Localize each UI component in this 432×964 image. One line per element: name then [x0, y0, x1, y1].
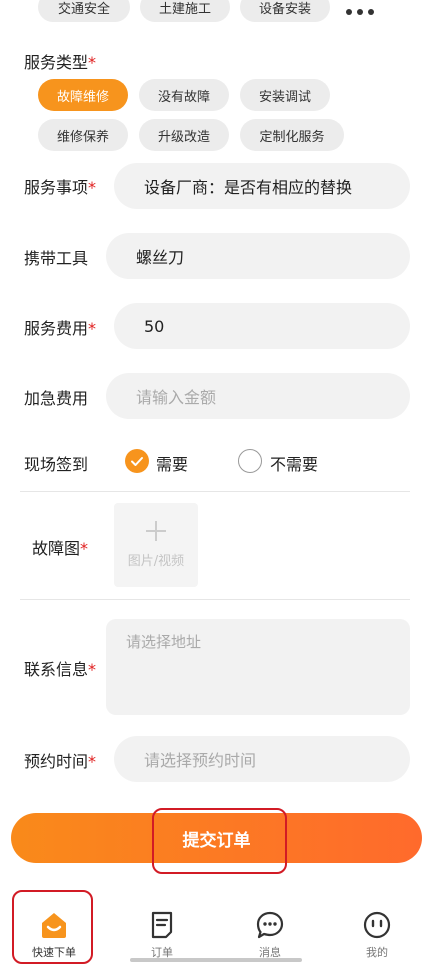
- service-item-label: 服务事项*: [24, 178, 97, 197]
- tools-input[interactable]: 螺丝刀: [106, 233, 410, 279]
- service-type-option-maintenance[interactable]: 维修保养: [38, 119, 128, 151]
- urgent-fee-input[interactable]: 请输入金额: [106, 373, 410, 419]
- urgent-fee-label: 加急费用: [24, 389, 89, 408]
- tab-label: 我的: [366, 946, 388, 959]
- checkin-yes-label[interactable]: 需要: [156, 451, 188, 475]
- service-fee-label: 服务费用*: [24, 319, 97, 338]
- fault-image-label: 故障图*: [32, 539, 89, 558]
- highlight-box-submit: [152, 808, 287, 874]
- chip-label: 土建施工: [158, 1, 211, 17]
- service-type-option-no-fault[interactable]: 没有故障: [139, 79, 229, 111]
- upload-text: 图片/视频: [127, 554, 185, 569]
- tab-messages[interactable]: 消息: [230, 900, 310, 964]
- service-type-option-upgrade[interactable]: 升级改造: [139, 119, 229, 151]
- highlight-box-quick-order: [12, 890, 93, 964]
- plus-icon: [146, 521, 166, 541]
- divider: [20, 599, 410, 600]
- chip-label: 设备安装: [258, 1, 311, 17]
- appointment-label: 预约时间*: [24, 752, 97, 771]
- appointment-time-input[interactable]: 请选择预约时间: [114, 736, 410, 782]
- top-chip-traffic[interactable]: 交通安全: [38, 0, 130, 22]
- divider: [20, 491, 410, 492]
- service-item-input[interactable]: 设备厂商：是否有相应的替换: [114, 163, 410, 209]
- top-chip-construction[interactable]: 土建施工: [140, 0, 230, 22]
- service-type-option-custom[interactable]: 定制化服务: [240, 119, 344, 151]
- checkin-no-radio[interactable]: [238, 449, 262, 473]
- service-type-option-repair[interactable]: 故障维修: [38, 79, 128, 111]
- fault-image-upload[interactable]: 图片/视频: [114, 503, 198, 587]
- home-indicator: [130, 958, 302, 962]
- tools-label: 携带工具: [24, 249, 89, 268]
- chip-label: 交通安全: [57, 1, 110, 17]
- message-bubble-icon: [256, 911, 284, 939]
- contact-address-input[interactable]: 请选择地址: [106, 619, 410, 715]
- tab-profile[interactable]: 我的: [337, 900, 417, 964]
- checkin-label: 现场签到: [24, 455, 89, 474]
- top-chip-equipment[interactable]: 设备安装: [240, 0, 330, 22]
- check-icon: [131, 457, 143, 466]
- more-dots-icon[interactable]: [345, 2, 375, 15]
- profile-face-icon: [363, 911, 391, 939]
- checkin-yes-radio[interactable]: [125, 449, 149, 473]
- order-document-icon: [151, 911, 173, 939]
- tab-orders[interactable]: 订单: [122, 900, 202, 964]
- contact-label: 联系信息*: [24, 660, 97, 679]
- checkin-no-label[interactable]: 不需要: [270, 451, 318, 475]
- service-type-label: 服务类型*: [24, 53, 97, 72]
- service-type-option-install[interactable]: 安装调试: [240, 79, 330, 111]
- service-fee-input[interactable]: 50: [114, 303, 410, 349]
